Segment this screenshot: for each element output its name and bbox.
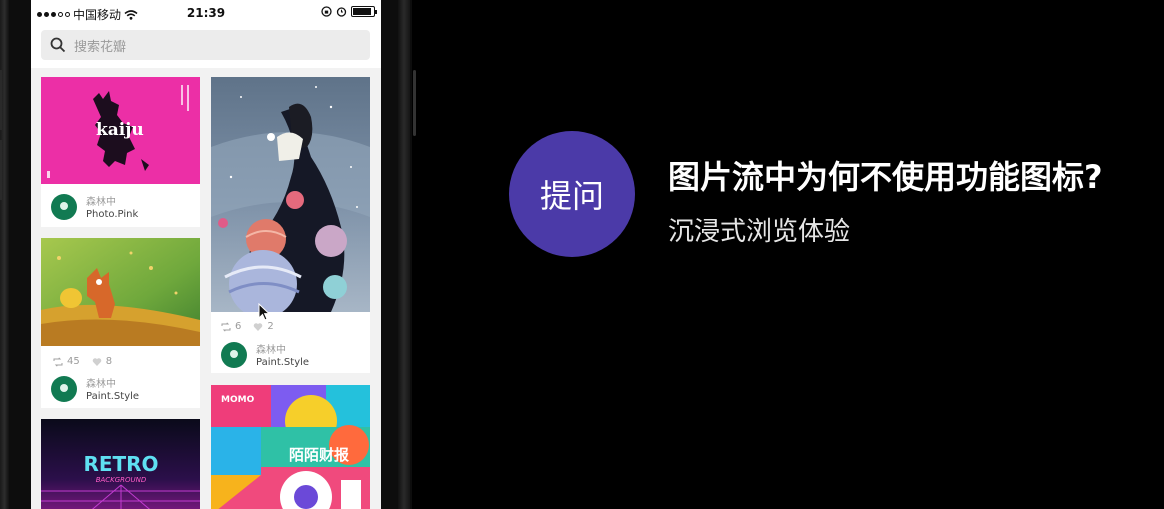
momo-text: 陌陌财报 xyxy=(289,446,349,464)
phone-edge-right xyxy=(398,0,410,509)
search-input[interactable]: 搜索花瓣 xyxy=(41,30,370,60)
repost-count: 6 xyxy=(235,321,242,332)
card-stats: 6 2 xyxy=(221,321,274,332)
volume-down-button xyxy=(0,140,2,200)
search-bar: 搜索花瓣 xyxy=(31,26,381,68)
phone-frame: 中国移动 21:39 搜索花瓣 kaiju 森林中 Photo.Pink 45 … xyxy=(0,0,412,509)
author-name: 森林中 xyxy=(86,379,116,390)
repost-icon xyxy=(221,321,231,332)
repost-stat[interactable]: 45 xyxy=(53,356,80,367)
board-name: Paint.Style xyxy=(86,391,140,402)
repost-icon xyxy=(53,356,63,367)
pin-image-fox[interactable] xyxy=(41,238,200,346)
volume-up-button xyxy=(0,70,2,130)
question-badge-label: 提问 xyxy=(539,177,604,215)
battery-level xyxy=(353,8,371,15)
avatar[interactable] xyxy=(221,341,247,368)
kaiju-text: kaiju xyxy=(96,120,144,140)
question-badge: 提问 xyxy=(509,131,635,257)
pin-card[interactable]: 6 2 森林中 Paint.Style xyxy=(211,77,370,373)
card-author[interactable]: 森林中 Paint.Style xyxy=(51,375,139,402)
pin-card[interactable]: MOMO 陌陌财报 xyxy=(211,385,370,509)
pin-card[interactable]: 45 8 森林中 Paint.Style xyxy=(41,238,200,408)
card-author[interactable]: 森林中 Photo.Pink xyxy=(51,193,138,220)
avatar[interactable] xyxy=(51,193,77,220)
pin-image-kaiju[interactable]: kaiju xyxy=(41,77,200,184)
retro-subtext: BACKGROUND xyxy=(96,476,147,484)
battery-icon xyxy=(351,6,377,17)
author-text: 森林中 Paint.Style xyxy=(86,375,139,402)
author-text: 森林中 Photo.Pink xyxy=(86,193,138,220)
heart-icon xyxy=(254,322,263,331)
card-author[interactable]: 森林中 Paint.Style xyxy=(221,341,309,368)
heart-icon xyxy=(92,357,101,366)
pin-image-planets[interactable] xyxy=(211,77,370,312)
question-title: 图片流中为何不使用功能图标? xyxy=(668,158,1103,196)
avatar[interactable] xyxy=(51,375,77,402)
pin-image-retro[interactable]: RETRO BACKGROUND xyxy=(41,419,200,509)
pin-image-momo[interactable]: MOMO 陌陌财报 xyxy=(211,385,370,509)
repost-count: 45 xyxy=(67,356,80,367)
pin-card[interactable]: RETRO BACKGROUND xyxy=(41,419,200,509)
search-icon xyxy=(50,37,66,53)
like-stat[interactable]: 2 xyxy=(253,321,274,332)
author-name: 森林中 xyxy=(86,197,116,208)
status-right xyxy=(321,6,377,17)
like-stat[interactable]: 8 xyxy=(92,356,112,367)
like-count: 2 xyxy=(267,321,274,332)
card-stats: 45 8 xyxy=(53,356,112,367)
author-text: 森林中 Paint.Style xyxy=(256,341,309,368)
power-button xyxy=(413,70,416,136)
momo-brand: MOMO xyxy=(221,395,255,405)
rotation-lock-icon xyxy=(321,6,332,17)
alarm-icon xyxy=(336,7,347,17)
board-name: Paint.Style xyxy=(256,357,310,368)
retro-text: RETRO xyxy=(83,452,158,476)
search-placeholder: 搜索花瓣 xyxy=(74,39,127,55)
board-name: Photo.Pink xyxy=(86,209,139,220)
pin-card[interactable]: kaiju 森林中 Photo.Pink xyxy=(41,77,200,227)
like-count: 8 xyxy=(105,356,113,367)
author-name: 森林中 xyxy=(256,345,286,356)
phone-screen: 中国移动 21:39 搜索花瓣 kaiju 森林中 Photo.Pink 45 … xyxy=(31,0,381,509)
mouse-cursor-icon xyxy=(258,303,270,321)
repost-stat[interactable]: 6 xyxy=(221,321,241,332)
question-subtitle: 沉浸式浏览体验 xyxy=(668,217,851,247)
status-bar: 中国移动 21:39 xyxy=(31,0,381,26)
